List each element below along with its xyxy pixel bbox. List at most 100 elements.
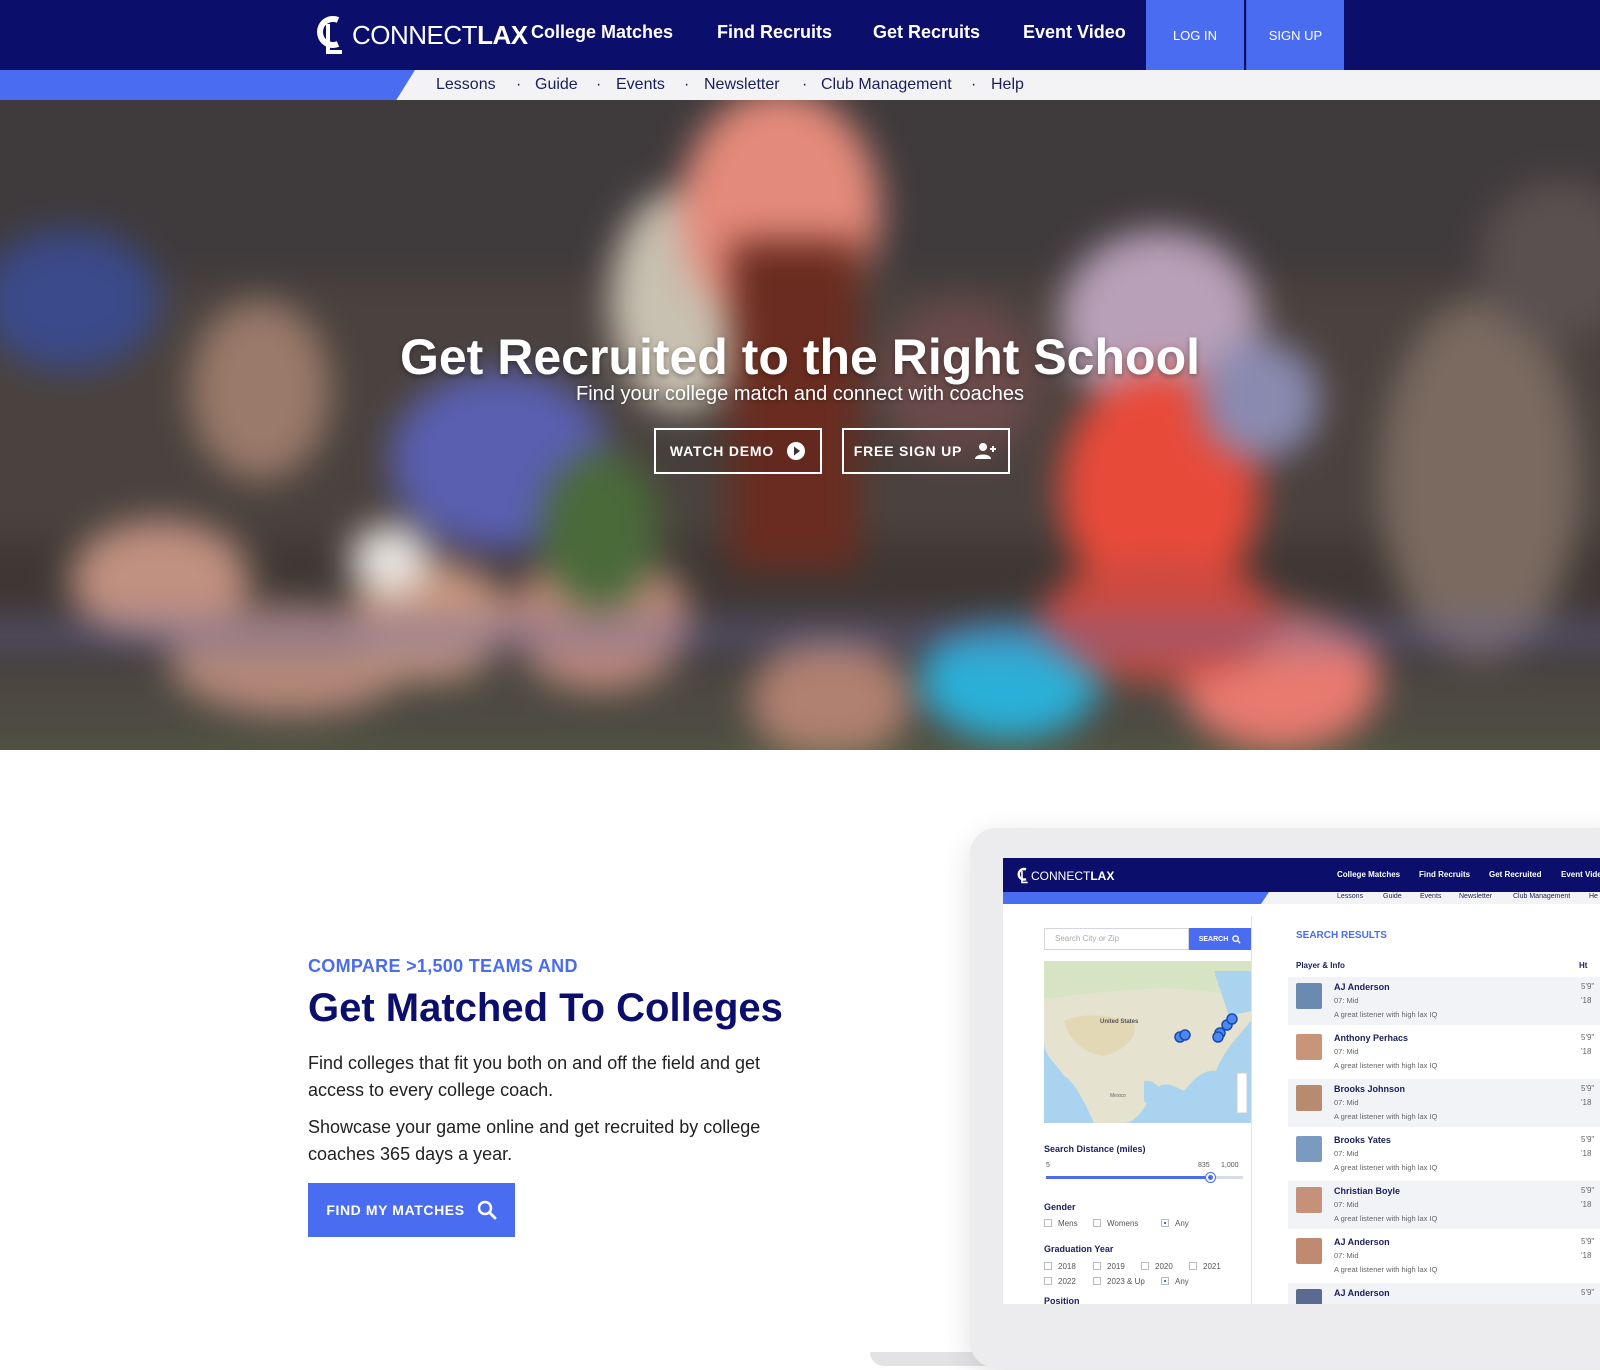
subnav-separator: · xyxy=(684,76,690,93)
mockup-result-row: AJ Anderson 5'9" xyxy=(1288,1283,1600,1304)
player-avatar xyxy=(1296,1136,1322,1162)
nav-get-recruits[interactable]: Get Recruits xyxy=(873,22,980,43)
subnav-separator: · xyxy=(971,76,977,93)
player-name: AJ Anderson xyxy=(1334,1237,1390,1247)
sign-up-button[interactable]: SIGN UP xyxy=(1246,0,1344,70)
hero-background-image xyxy=(0,100,1600,750)
player-height: 5'9" xyxy=(1581,1084,1595,1093)
mockup-distance-min: 5 xyxy=(1046,1162,1050,1169)
nav-college-matches[interactable]: College Matches xyxy=(531,22,673,43)
mockup-top-navigation: CONNECT LAX College Matches Find Recruits… xyxy=(1003,858,1600,892)
subnav-lessons[interactable]: Lessons xyxy=(436,76,496,94)
mockup-grad-option: Any xyxy=(1161,1277,1189,1286)
mockup-map: United States Mexico xyxy=(1044,961,1251,1123)
mockup-slider-knob xyxy=(1206,1173,1216,1182)
mockup-column-divider xyxy=(1251,916,1252,1304)
mockup-subnav-help: He xyxy=(1589,893,1598,900)
mockup-result-row: AJ Anderson 07: Mid A great listener wit… xyxy=(1288,977,1600,1025)
subnav-guide[interactable]: Guide xyxy=(535,76,578,94)
player-year: '18 xyxy=(1581,1200,1592,1209)
player-year: '18 xyxy=(1581,1149,1592,1158)
hero-title: Get Recruited to the Right School xyxy=(399,329,1201,385)
player-height: 5'9" xyxy=(1581,982,1595,991)
connectlax-logo[interactable]: CONNECTLAX xyxy=(316,12,528,58)
mockup-nav-event-video: Event Vide xyxy=(1561,870,1600,879)
player-avatar xyxy=(1296,983,1322,1009)
subnav-separator: · xyxy=(596,76,602,93)
mockup-nav-find-recruits: Find Recruits xyxy=(1419,870,1471,879)
mockup-sub-navigation: Lessons Guide Events Newsletter Club Man… xyxy=(1003,892,1600,904)
logo-text: CONNECTLAX xyxy=(352,19,528,50)
nav-find-recruits[interactable]: Find Recruits xyxy=(717,22,832,43)
log-in-button[interactable]: LOG IN xyxy=(1146,0,1244,70)
mockup-result-row: AJ Anderson 07: Mid A great listener wit… xyxy=(1288,1232,1600,1280)
mockup-map-country-label: United States xyxy=(1100,1019,1139,1025)
watch-demo-button[interactable]: WATCH DEMO xyxy=(654,428,822,474)
mockup-grad-year-label: Graduation Year xyxy=(1044,1244,1114,1254)
sub-navigation: Lessons · Guide · Events · Newsletter · … xyxy=(0,70,1600,100)
player-year: '18 xyxy=(1581,996,1592,1005)
mockup-subnav-newsletter: Newsletter xyxy=(1459,893,1493,900)
player-avatar xyxy=(1296,1187,1322,1213)
player-avatar xyxy=(1296,1238,1322,1264)
play-icon xyxy=(787,442,806,460)
mockup-logo: CONNECT LAX xyxy=(1017,867,1114,884)
player-avatar xyxy=(1296,1085,1322,1111)
mockup-result-row: Brooks Yates 07: Mid A great listener wi… xyxy=(1288,1130,1600,1178)
laptop-screen: CONNECT LAX College Matches Find Recruits… xyxy=(1003,858,1600,1304)
mockup-grad-option: 2023 & Up xyxy=(1093,1277,1145,1286)
free-sign-up-button[interactable]: FREE SIGN UP xyxy=(842,428,1010,474)
nav-event-video[interactable]: Event Video xyxy=(1023,22,1126,43)
subnav-separator: · xyxy=(802,76,808,93)
mockup-grad-option: 2018 xyxy=(1044,1262,1076,1271)
subnav-separator: · xyxy=(516,76,522,93)
watch-demo-label: WATCH DEMO xyxy=(669,443,775,459)
player-avatar xyxy=(1296,1289,1322,1304)
mockup-col-player: Player & Info xyxy=(1296,961,1345,970)
mockup-results-title: SEARCH RESULTS xyxy=(1296,930,1387,941)
mockup-nav-get-recruited: Get Recruited xyxy=(1489,870,1542,879)
add-user-icon xyxy=(975,443,997,459)
find-my-matches-button[interactable]: FIND MY MATCHES xyxy=(308,1183,515,1237)
hero-section: Get Recruited to the Right School Find y… xyxy=(0,100,1600,750)
logo-mark-icon xyxy=(317,16,342,54)
subnav-club-management[interactable]: Club Management xyxy=(821,76,952,94)
mockup-subnav-club-management: Club Management xyxy=(1513,893,1571,900)
mockup-subnav-events: Events xyxy=(1420,893,1442,900)
mockup-search-icon xyxy=(1232,934,1241,944)
player-name: Brooks Johnson xyxy=(1334,1084,1406,1094)
player-height: 5'9" xyxy=(1581,1186,1595,1195)
mockup-distance-slider xyxy=(1046,1173,1243,1182)
player-name: Brooks Yates xyxy=(1334,1135,1391,1145)
feature-paragraph-1: Find colleges that fit you both on and o… xyxy=(308,1053,760,1100)
player-year: '18 xyxy=(1581,1098,1592,1107)
mockup-gender-label: Gender xyxy=(1044,1202,1076,1212)
mockup-map-mexico-label: Mexico xyxy=(1110,1093,1126,1099)
player-position: 07: Mid xyxy=(1334,1251,1359,1260)
player-name: Anthony Perhacs xyxy=(1334,1033,1409,1043)
player-height: 5'9" xyxy=(1581,1033,1595,1042)
mockup-subnav-lessons: Lessons xyxy=(1337,893,1364,900)
page: CONNECTLAX College Matches Find Recruits… xyxy=(0,0,1600,1370)
player-name: AJ Anderson xyxy=(1334,982,1390,992)
mockup-distance-label: Search Distance (miles) xyxy=(1044,1144,1146,1154)
mockup-distance-max: 1,000 xyxy=(1221,1162,1239,1169)
free-sign-up-label: FREE SIGN UP xyxy=(853,443,963,459)
mockup-col-height: Ht xyxy=(1579,961,1588,970)
player-position: 07: Mid xyxy=(1334,1098,1359,1107)
mockup-position-label: Position xyxy=(1044,1296,1080,1304)
player-position: 07: Mid xyxy=(1334,1200,1359,1209)
subnav-help[interactable]: Help xyxy=(991,76,1024,94)
mockup-search-button-label: SEARCH xyxy=(1198,935,1229,943)
mockup-grad-option: 2022 xyxy=(1044,1277,1076,1286)
player-name: Christian Boyle xyxy=(1334,1186,1401,1196)
player-description: A great listener with high lax IQ xyxy=(1334,1112,1438,1121)
mockup-subnav-guide: Guide xyxy=(1383,893,1402,900)
mockup-grad-option: 2021 xyxy=(1189,1262,1221,1271)
subnav-newsletter[interactable]: Newsletter xyxy=(704,76,780,94)
player-height: 5'9" xyxy=(1581,1237,1595,1246)
mockup-nav-college-matches: College Matches xyxy=(1337,870,1401,879)
mockup-grad-option: 2019 xyxy=(1093,1262,1125,1271)
mockup-logo-suffix: LAX xyxy=(1090,868,1115,883)
subnav-events[interactable]: Events xyxy=(616,76,665,94)
